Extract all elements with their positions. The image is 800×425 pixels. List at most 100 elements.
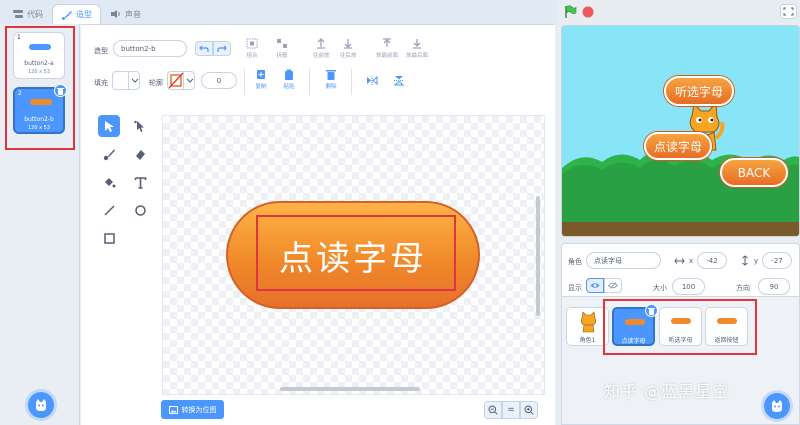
toolbar-separator bbox=[244, 69, 245, 95]
paint-bucket-icon bbox=[104, 177, 115, 187]
forward-button[interactable]: 往前放 bbox=[313, 38, 330, 59]
outline-width-input[interactable]: 0 bbox=[201, 72, 237, 89]
flip-vertical-icon bbox=[393, 76, 405, 86]
tab-sounds[interactable]: 声音 bbox=[102, 4, 149, 24]
eye-slash-icon bbox=[608, 282, 618, 289]
sprite-name: 角色1 bbox=[579, 337, 596, 344]
paint-editor: 造型 button2-b 组合 拆散 往前放 往后放 放最前面 放最后面 填充 … bbox=[81, 24, 555, 425]
sprite-name-label: 角色 bbox=[568, 258, 582, 266]
text-icon bbox=[134, 176, 146, 189]
delete-button[interactable]: 删除 bbox=[325, 69, 337, 90]
back-label: 放最后面 bbox=[406, 53, 429, 59]
zoom-out-button[interactable] bbox=[484, 401, 502, 419]
sprite-name-input[interactable]: 点读字母 bbox=[586, 252, 661, 269]
stage-back-button[interactable]: BACK bbox=[720, 158, 788, 187]
front-button[interactable]: 放最前面 bbox=[376, 38, 398, 59]
green-flag-icon[interactable] bbox=[564, 5, 577, 19]
group-icon bbox=[246, 38, 258, 49]
show-visible-button[interactable] bbox=[586, 278, 604, 293]
horizontal-scrollbar[interactable] bbox=[280, 387, 420, 391]
redo-icon bbox=[217, 45, 227, 52]
back-button[interactable]: 放最后面 bbox=[406, 38, 428, 59]
chevron-down-icon bbox=[131, 78, 139, 83]
tab-costumes[interactable]: 造型 bbox=[52, 4, 101, 24]
arrow-up-icon bbox=[317, 38, 326, 49]
undo-button[interactable] bbox=[195, 41, 213, 56]
group-label: 组合 bbox=[246, 53, 258, 59]
zoom-in-button[interactable] bbox=[520, 401, 538, 419]
line-tool[interactable] bbox=[98, 199, 120, 221]
size-input[interactable]: 100 bbox=[672, 278, 705, 295]
zoom-out-icon bbox=[488, 405, 498, 415]
copy-button[interactable]: 复制 bbox=[255, 69, 267, 90]
show-label: 显示 bbox=[568, 284, 582, 292]
rectangle-icon bbox=[103, 232, 115, 244]
choose-sprite-button[interactable] bbox=[764, 393, 790, 419]
ungroup-label: 拆散 bbox=[276, 53, 288, 59]
vertical-arrows-icon bbox=[742, 255, 748, 266]
drawing-canvas[interactable]: 点读字母 bbox=[162, 115, 545, 395]
flip-horizontal-button[interactable] bbox=[366, 75, 378, 86]
sprite-info-panel: 角色 点读字母 x -42 y -27 显示 大小 100 方向 90 bbox=[561, 243, 800, 297]
show-hidden-button[interactable] bbox=[604, 278, 622, 293]
stop-icon[interactable] bbox=[582, 6, 594, 18]
ungroup-button[interactable]: 拆散 bbox=[276, 38, 288, 59]
brush-tool[interactable] bbox=[98, 143, 120, 165]
fill-tool[interactable] bbox=[98, 171, 120, 193]
paste-icon bbox=[285, 69, 293, 80]
line-icon bbox=[103, 204, 115, 216]
fill-color-picker[interactable] bbox=[112, 71, 140, 90]
convert-to-bitmap-button[interactable]: 转换为位图 bbox=[161, 400, 224, 419]
stage-listen-button[interactable]: 听选字母 bbox=[664, 76, 734, 106]
vertical-scrollbar[interactable] bbox=[536, 196, 540, 316]
eraser-tool[interactable] bbox=[129, 143, 151, 165]
zoom-reset-button[interactable]: = bbox=[502, 401, 520, 419]
flip-vertical-button[interactable] bbox=[393, 75, 405, 86]
copy-label: 复制 bbox=[255, 84, 267, 90]
choose-costume-button[interactable] bbox=[28, 392, 54, 418]
backward-label: 往后放 bbox=[340, 53, 357, 59]
outline-color-picker[interactable] bbox=[167, 71, 195, 90]
paste-button[interactable]: 粘贴 bbox=[283, 69, 295, 90]
ungroup-icon bbox=[277, 39, 287, 48]
y-label: y bbox=[754, 257, 759, 265]
sprite-pane: 角色1 点读字母 听选字母 返回按钮 bbox=[561, 297, 800, 425]
costume-label: 造型 bbox=[94, 47, 108, 55]
redo-button[interactable] bbox=[213, 41, 231, 56]
toolbar-separator bbox=[351, 69, 352, 95]
bring-to-front-icon bbox=[383, 38, 391, 47]
stage-read-button[interactable]: 点读字母 bbox=[644, 132, 712, 160]
arrow-down-icon bbox=[344, 39, 353, 49]
fill-swatch bbox=[113, 72, 129, 89]
forward-label: 往前放 bbox=[313, 53, 330, 59]
direction-input[interactable]: 90 bbox=[758, 278, 790, 295]
watermark: 知乎 @蓝黑星空 bbox=[604, 382, 730, 401]
circle-tool[interactable] bbox=[129, 199, 151, 221]
outline-swatch bbox=[168, 72, 184, 89]
text-tool[interactable] bbox=[129, 171, 151, 193]
x-input[interactable]: -42 bbox=[697, 252, 727, 269]
toolbar-separator bbox=[309, 69, 310, 95]
code-icon bbox=[13, 10, 23, 18]
speaker-icon bbox=[111, 10, 120, 18]
group-button[interactable]: 组合 bbox=[246, 38, 258, 59]
y-input[interactable]: -27 bbox=[762, 252, 792, 269]
eraser-icon bbox=[135, 149, 145, 160]
costume-name-input[interactable]: button2-b bbox=[113, 40, 187, 57]
outline-label: 轮廓 bbox=[149, 79, 163, 87]
no-color-icon bbox=[168, 72, 183, 89]
arrow-pointer-icon bbox=[104, 120, 114, 132]
reshape-tool[interactable] bbox=[129, 115, 151, 137]
rectangle-tool[interactable] bbox=[98, 227, 120, 249]
tab-code[interactable]: 代码 bbox=[4, 4, 51, 24]
zoom-reset-label: = bbox=[507, 405, 515, 415]
bitmap-icon bbox=[168, 405, 178, 414]
backward-button[interactable]: 往后放 bbox=[340, 38, 357, 59]
x-label: x bbox=[689, 257, 694, 265]
stage[interactable]: 听选字母 点读字母 BACK bbox=[561, 25, 800, 237]
copy-icon bbox=[257, 70, 265, 79]
cat-thumbnail bbox=[581, 311, 596, 333]
fullscreen-button[interactable] bbox=[780, 4, 797, 19]
select-tool[interactable] bbox=[98, 115, 120, 137]
undo-icon bbox=[199, 45, 209, 52]
